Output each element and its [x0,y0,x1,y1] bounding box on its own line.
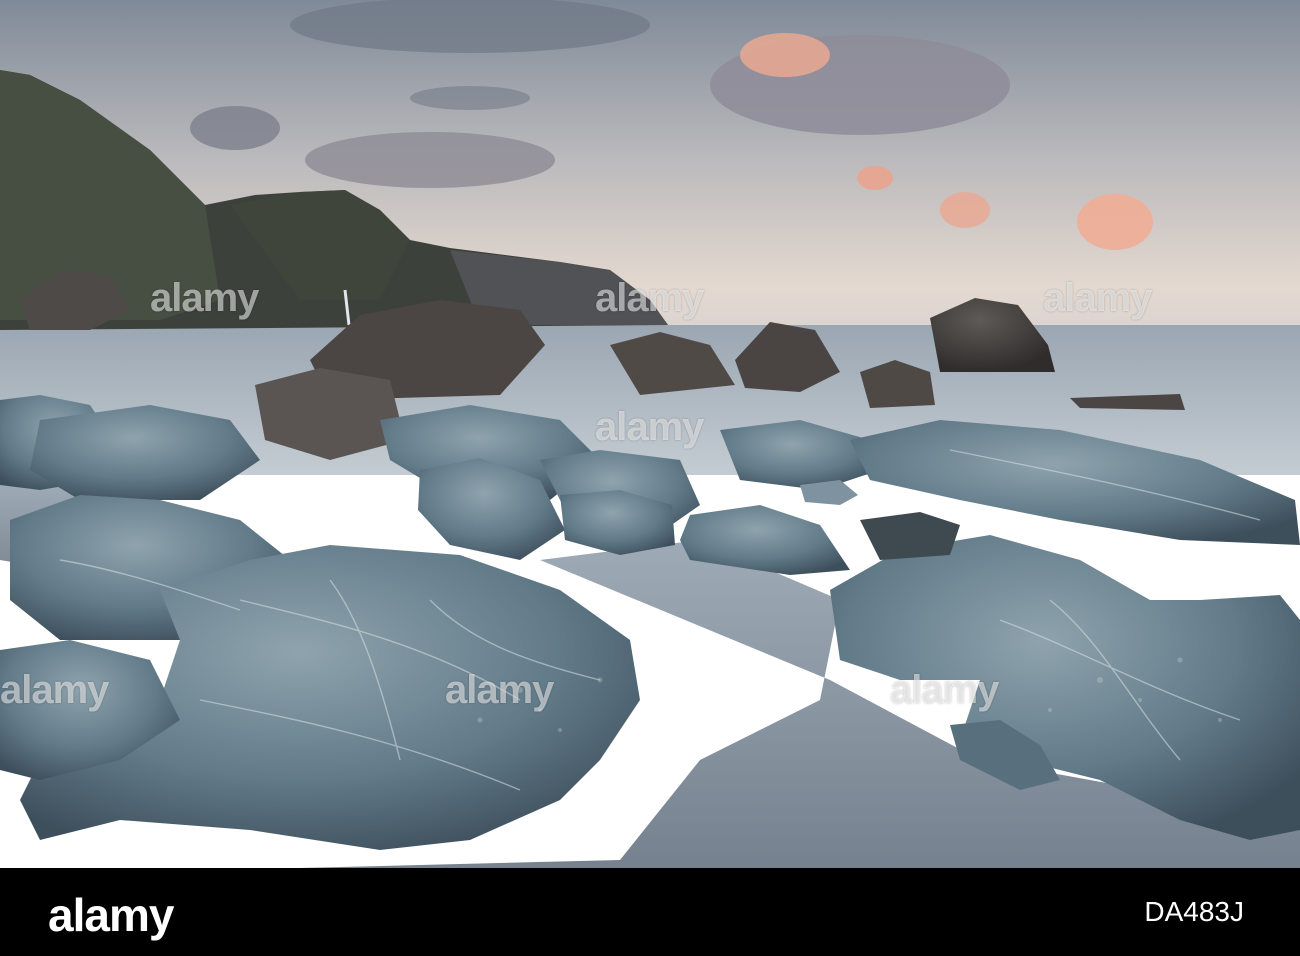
photo-illustration [0,0,1300,868]
page: alamy alamy alamy alamy alamy alamy alam… [0,0,1300,956]
image-code: DA483J [1144,896,1244,927]
coastal-rocks-photo: alamy alamy alamy alamy alamy alamy alam… [0,0,1300,868]
footer-bar: alamy DA483J [0,868,1300,956]
alamy-logo: alamy [48,889,174,941]
